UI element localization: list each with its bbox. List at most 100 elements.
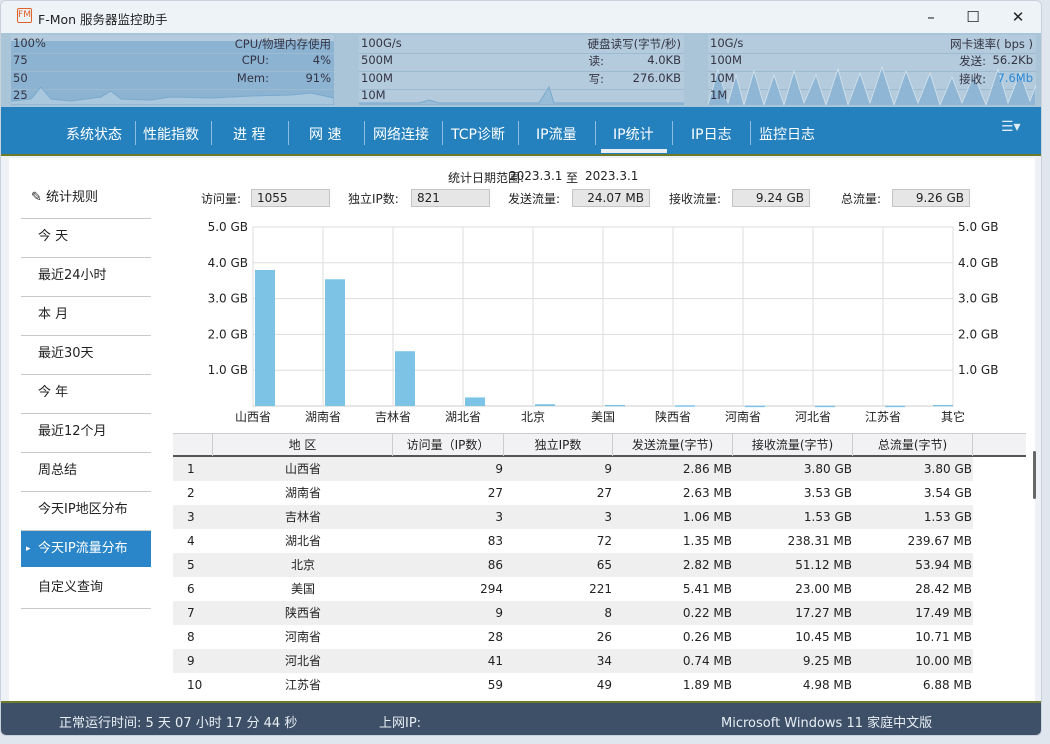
table-cell: 28 <box>487 630 503 644</box>
table-cell: 北京 <box>290 558 315 572</box>
table-cell: 41 <box>487 654 503 668</box>
x-tick-label: 其它 <box>941 409 965 424</box>
column-header[interactable]: 独立IP数 <box>504 434 613 456</box>
table-row[interactable]: 5 北京 86 65 2.82 MB 51.12 MB 53.94 MB <box>173 553 973 577</box>
column-header[interactable]: 地 区 <box>213 434 393 456</box>
table-cell: 9.25 MB <box>802 654 852 668</box>
os-text: Microsoft Windows 11 家庭中文版 <box>721 716 933 731</box>
bar <box>933 404 953 407</box>
table-row[interactable]: 2 湖南省 27 27 2.63 MB 3.53 GB 3.54 GB <box>173 481 973 505</box>
bar <box>815 405 835 408</box>
table-cell: 26 <box>596 630 612 644</box>
table-row[interactable]: 8 河南省 28 26 0.26 MB 10.45 MB 10.71 MB <box>173 625 973 649</box>
table-row[interactable]: 9 河北省 41 34 0.74 MB 9.25 MB 10.00 MB <box>173 649 973 673</box>
table-cell: 3.53 GB <box>803 486 852 500</box>
table-cell: 27 <box>487 486 503 500</box>
table-cell: 陕西省 <box>284 606 321 620</box>
table-cell: 3 <box>187 510 195 524</box>
table-cell: 51.12 MB <box>795 558 852 572</box>
table-row[interactable]: 6 美国 294 221 5.41 MB 23.00 MB 28.42 MB <box>173 577 973 601</box>
table-cell: 72 <box>596 534 612 548</box>
table-cell: 28.42 MB <box>915 582 972 596</box>
table-cell: 34 <box>596 654 612 668</box>
table-cell: 湖南省 <box>284 486 321 500</box>
table-cell: 9 <box>604 462 612 476</box>
table-cell: 10 <box>187 678 203 692</box>
table-cell: 7 <box>187 606 195 620</box>
sidebar-item[interactable]: ▸ 今天IP流量分布 <box>21 531 151 567</box>
table-header: 地 区访问量（IP数） 独立IP数 发送流量(字节) 接收流量(字节) 总流量(字节) <box>173 433 1026 457</box>
y-tick-label: 4.0 GB <box>208 256 248 270</box>
table-row[interactable]: 4 湖北省 83 72 1.35 MB 238.31 MB 239.67 MB <box>173 529 973 553</box>
bar <box>395 351 415 406</box>
table-cell: 5.41 MB <box>682 582 732 596</box>
table-cell: 294 <box>480 582 503 596</box>
table-cell: 美国 <box>290 582 315 596</box>
table-cell: 1.53 GB <box>923 510 972 524</box>
column-header[interactable]: 接收流量(字节) <box>733 434 853 456</box>
x-tick-label: 吉林省 <box>375 410 411 424</box>
table-cell: 吉林省 <box>284 510 321 524</box>
column-header[interactable]: 访问量（IP数） <box>393 434 504 456</box>
table-cell: 3 <box>604 510 612 524</box>
table-cell: 238.31 MB <box>787 534 852 548</box>
table-cell: 山西省 <box>284 462 321 476</box>
table-cell: 9 <box>495 606 503 620</box>
table-cell: 53.94 MB <box>915 558 972 572</box>
table-cell: 1.89 MB <box>682 678 732 692</box>
table-cell: 83 <box>487 534 503 548</box>
table-cell: 239.67 MB <box>907 534 972 548</box>
table-cell: 3.54 GB <box>923 486 972 500</box>
table-cell: 8 <box>604 606 612 620</box>
table-cell: 86 <box>487 558 503 572</box>
bar <box>255 269 275 406</box>
table-cell: 10.00 MB <box>915 654 972 668</box>
table-cell: 2.82 MB <box>682 558 732 572</box>
table-cell: 江苏省 <box>284 678 321 692</box>
table-row[interactable]: 7 陕西省 9 8 0.22 MB 17.27 MB 17.49 MB <box>173 601 973 625</box>
bar <box>325 279 345 406</box>
table-cell: 6.88 MB <box>922 678 972 692</box>
traffic-bar-chart: 5.0 GB 5.0 GB 4.0 GB 4.0 GB 3.0 GB 3.0 GB 2.0 … <box>208 220 999 424</box>
column-header[interactable] <box>173 434 213 456</box>
table-cell: 河北省 <box>284 654 321 668</box>
table-cell: 10.45 MB <box>795 630 852 644</box>
table-row[interactable]: 10 江苏省 59 49 1.89 MB 4.98 MB 6.88 MB <box>173 673 973 697</box>
y-tick-label-right: 2.0 GB <box>958 327 998 341</box>
sidebar-item[interactable]: 自定义查询 <box>21 570 151 609</box>
table-cell: 河南省 <box>284 630 321 644</box>
column-header[interactable]: 总流量(字节) <box>853 434 973 456</box>
table-cell: 2.86 MB <box>682 462 732 476</box>
caret-right-icon: ▸ <box>26 544 31 554</box>
table-cell: 2.63 MB <box>682 486 732 500</box>
table-cell: 1.35 MB <box>682 534 732 548</box>
table-scrollbar[interactable] <box>1033 451 1036 499</box>
x-tick-label: 江苏省 <box>865 410 901 424</box>
status-bar: 正常运行时间: 5 天 07 小时 17 分 44 秒 上网IP: Micros… <box>1 701 1041 735</box>
sidebar-item-label: 周总结 <box>38 463 78 478</box>
column-header[interactable]: 发送流量(字节) <box>613 434 733 456</box>
sidebar-item-label: 今天IP流量分布 <box>38 541 128 556</box>
x-tick-label: 山西省 <box>235 410 271 424</box>
y-tick-label: 2.0 GB <box>208 327 248 341</box>
table-cell: 3 <box>495 510 503 524</box>
y-tick-label: 1.0 GB <box>208 363 248 377</box>
x-tick-label: 湖北省 <box>445 409 481 424</box>
table-row[interactable]: 1 山西省 9 9 2.86 MB 3.80 GB 3.80 GB <box>173 457 973 481</box>
table-cell: 9 <box>187 654 195 668</box>
table-cell: 17.49 MB <box>915 606 972 620</box>
table-cell: 3.80 GB <box>803 462 852 476</box>
y-tick-label-right: 3.0 GB <box>958 292 998 306</box>
app-window: FM F-Mon 服务器监控助手 – ☐ ✕ 100% 75 50 25 CPU… <box>0 0 1042 736</box>
table-cell: 6 <box>187 582 195 596</box>
bar <box>605 404 625 407</box>
sidebar-item[interactable]: 今天IP地区分布 <box>21 492 151 531</box>
uptime-text: 正常运行时间: 5 天 07 小时 17 分 44 秒 <box>59 716 298 731</box>
x-tick-label: 北京 <box>521 410 545 424</box>
sidebar-item[interactable]: 周总结 <box>21 453 151 492</box>
table-row[interactable]: 3 吉林省 3 3 1.06 MB 1.53 GB 1.53 GB <box>173 505 973 529</box>
bar <box>675 405 695 407</box>
table-cell: 49 <box>596 678 612 692</box>
bar <box>745 405 765 408</box>
x-tick-label: 美国 <box>591 410 615 424</box>
